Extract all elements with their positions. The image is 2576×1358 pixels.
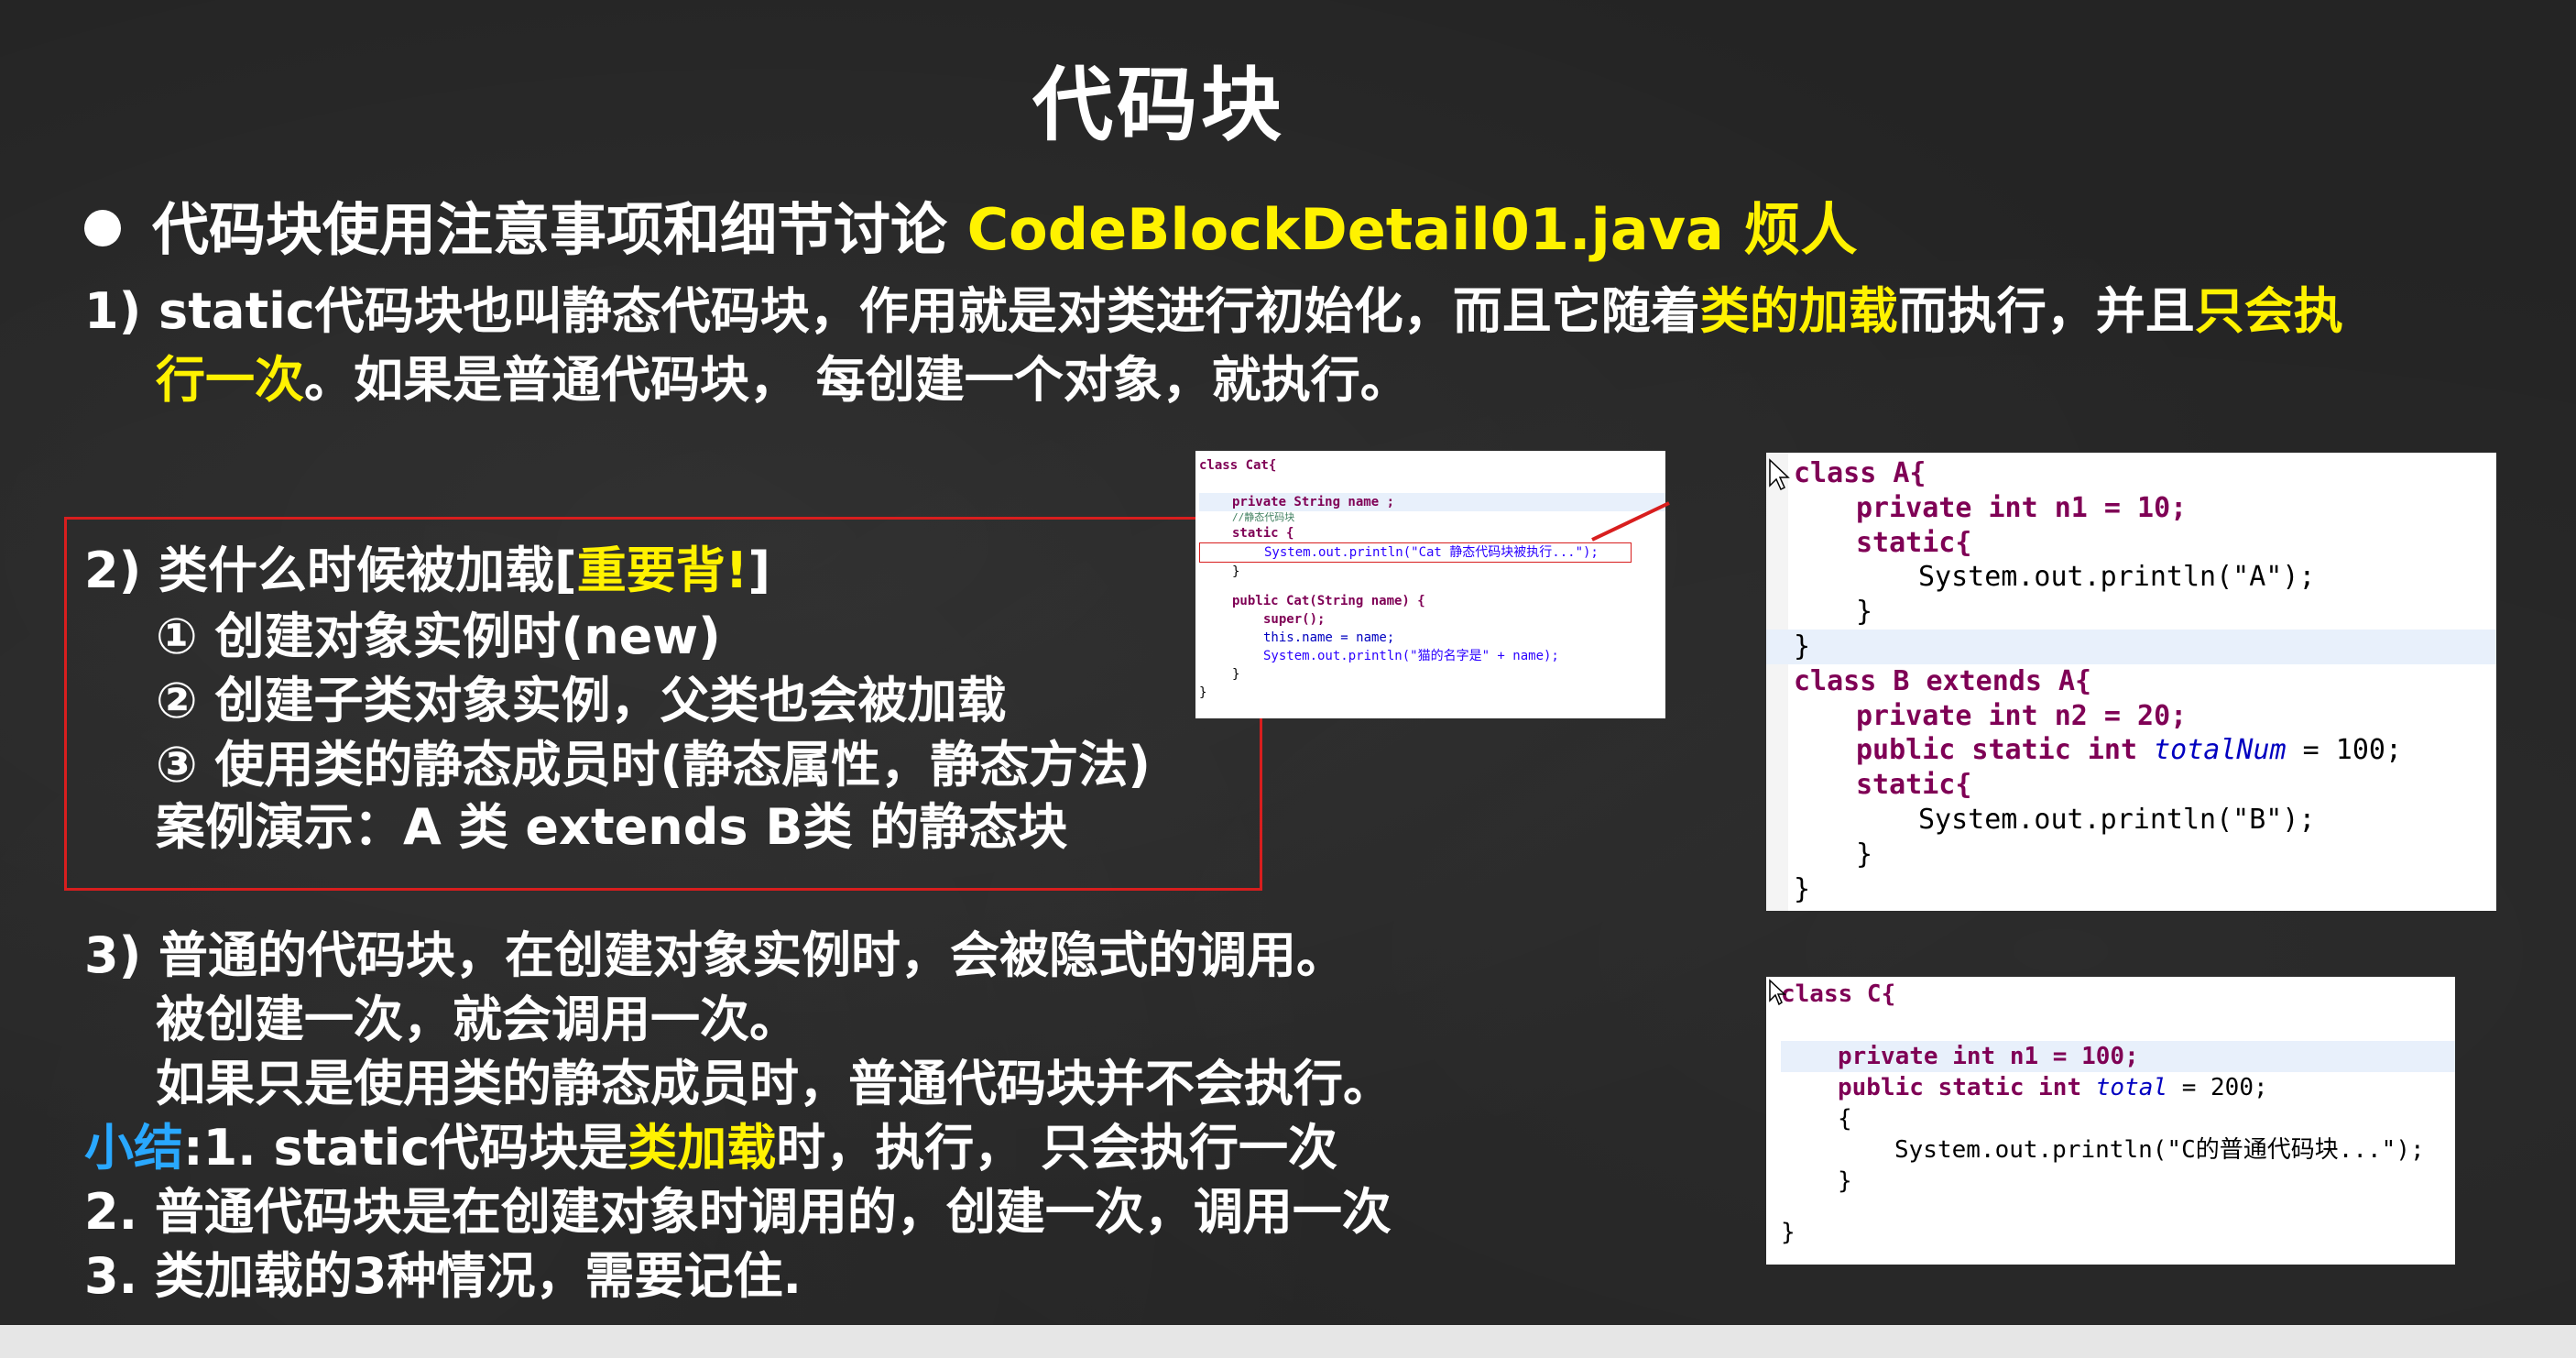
code-line: private int n2 = 20; bbox=[1856, 699, 2188, 732]
summary-s1-highlight: 类加载 bbox=[628, 1119, 777, 1177]
code-line: } bbox=[1232, 564, 1240, 579]
code-line: System.out.println("A"); bbox=[1918, 561, 2316, 594]
point2-title-important: 重要背! bbox=[576, 542, 748, 599]
code-token: total bbox=[2095, 1074, 2168, 1101]
mouse-cursor-icon bbox=[1769, 979, 1786, 1006]
point2-item3: ③ 使用类的静态成员时(静态属性，静态方法) bbox=[156, 736, 1151, 794]
heading-filename: CodeBlockDetail01.java 烦人 bbox=[966, 196, 1858, 263]
code-line: private int n1 = 10; bbox=[1794, 491, 2496, 526]
section-heading: 代码块使用注意事项和细节讨论 CodeBlockDetail01.java 烦人 bbox=[84, 183, 1857, 266]
code-line: class Cat{ bbox=[1199, 456, 1665, 475]
code-line: public static int totalNum = 100; bbox=[1794, 733, 2496, 768]
code-line: public Cat(String name) { bbox=[1232, 594, 1425, 608]
point1-text-c: 。如果是普通代码块， 每创建一个对象，就执行。 bbox=[304, 351, 1410, 409]
code-token: = 200; bbox=[2167, 1074, 2268, 1101]
summary-label: 小结 bbox=[84, 1119, 183, 1177]
code-line: } bbox=[1199, 685, 1207, 700]
code-token: private String name ; bbox=[1232, 495, 1395, 509]
summary-line2: 2. 普通代码块是在创建对象时调用的，创建一次，调用一次 bbox=[84, 1183, 1392, 1241]
code-token: class Cat{ bbox=[1199, 458, 1277, 473]
code-screenshot-a-b: class A{ private int n1 = 10; static{ Sy… bbox=[1766, 453, 2496, 911]
code-line: class B extends A{ bbox=[1794, 664, 2092, 697]
code-line: System.out.println("Cat 静态代码块被执行..."); bbox=[1199, 542, 1632, 563]
point3-line2: 被创建一次，就会调用一次。 bbox=[156, 991, 799, 1048]
code-line: } bbox=[1838, 1167, 1852, 1195]
code-line: { bbox=[1838, 1105, 1852, 1133]
point2-item2: ② 创建子类对象实例，父类也会被加载 bbox=[156, 672, 1007, 729]
code-line: System.out.println("B"); bbox=[1918, 803, 2316, 836]
code-screenshot-c: class C{ private int n1 = 100; public st… bbox=[1766, 977, 2455, 1265]
code-line: } bbox=[1794, 872, 1811, 905]
heading-text: 代码块使用注意事项和细节讨论 bbox=[152, 196, 948, 263]
code-line: static{ bbox=[1856, 526, 1972, 559]
point1-text-a: 1) static代码块也叫静态代码块，作用就是对类进行初始化，而且它随着 bbox=[84, 282, 1700, 340]
editor-gutter bbox=[1766, 453, 1788, 911]
code-line: } bbox=[1766, 629, 2496, 664]
code-token: System.out.println("Cat 静态代码块被执行..."); bbox=[1264, 545, 1599, 560]
code-line: } bbox=[1781, 1219, 1796, 1246]
code-screenshot-cat: class Cat{ private String name ; //静态代码块… bbox=[1195, 451, 1665, 718]
point1-highlight-once: 只会执 bbox=[2194, 282, 2343, 340]
point1-line2: 行一次。如果是普通代码块， 每创建一个对象，就执行。 bbox=[156, 348, 1410, 412]
point2-title-b: ] bbox=[748, 542, 771, 599]
point1-line1: 1) static代码块也叫静态代码块，作用就是对类进行初始化，而且它随着类的加… bbox=[84, 279, 2343, 344]
code-line: } bbox=[1856, 838, 1873, 871]
code-token: private int n1 = 10; bbox=[1856, 491, 2188, 524]
code-line: System.out.println("猫的名字是" + name); bbox=[1263, 649, 1559, 663]
code-line: super(); bbox=[1263, 612, 1326, 627]
code-token: class A{ bbox=[1794, 457, 1927, 489]
code-token: public static int bbox=[1856, 734, 2155, 767]
summary-line3: 3. 类加载的3种情况，需要记住. bbox=[84, 1247, 802, 1305]
code-line: this.name = name; bbox=[1263, 630, 1395, 645]
point2-title: 2) 类什么时候被加载[重要背!] bbox=[84, 539, 770, 603]
summary-s1-a: :1. static代码块是 bbox=[183, 1119, 628, 1177]
mouse-cursor-icon bbox=[1769, 458, 1790, 491]
point3-line3: 如果只是使用类的静态成员时，普通代码块并不会执行。 bbox=[156, 1055, 1392, 1112]
point2-item1: ① 创建对象实例时(new) bbox=[156, 608, 721, 665]
code-token: public static int bbox=[1838, 1074, 2096, 1101]
slide-title: 代码块 bbox=[1031, 58, 1285, 152]
pointer-arrow-icon bbox=[1591, 501, 1670, 542]
code-line: class C{ bbox=[1781, 980, 1896, 1008]
point1-highlight-once-2: 行一次 bbox=[156, 351, 304, 409]
bullet-dot-icon bbox=[84, 209, 121, 246]
point2-title-a: 2) 类什么时候被加载[ bbox=[84, 542, 577, 599]
code-line: } bbox=[1232, 667, 1240, 682]
code-token: totalNum bbox=[2154, 734, 2287, 767]
point1-text-b: 而执行，并且 bbox=[1897, 282, 2195, 340]
code-line: private int n1 = 100; bbox=[1781, 1041, 2455, 1072]
point3-line1: 3) 普通的代码块，在创建对象实例时，会被隐式的调用。 bbox=[84, 926, 1347, 984]
code-line: class A{ bbox=[1794, 456, 2496, 491]
point1-highlight-class-loading: 类的加载 bbox=[1699, 282, 1898, 340]
point2-demo: 案例演示：A 类 extends B类 的静态块 bbox=[156, 798, 1068, 856]
summary-line1: 小结:1. static代码块是类加载时，执行， 只会执行一次 bbox=[84, 1116, 1337, 1180]
summary-s1-b: 时，执行， 只会执行一次 bbox=[776, 1119, 1338, 1177]
bottom-bar bbox=[0, 1325, 2576, 1358]
code-line: public static int total = 200; bbox=[1781, 1072, 2455, 1103]
code-line: System.out.println("C的普通代码块..."); bbox=[1894, 1136, 2425, 1164]
code-line: } bbox=[1856, 596, 1873, 629]
code-line: static{ bbox=[1856, 769, 1972, 802]
code-token: = 100; bbox=[2286, 734, 2403, 767]
